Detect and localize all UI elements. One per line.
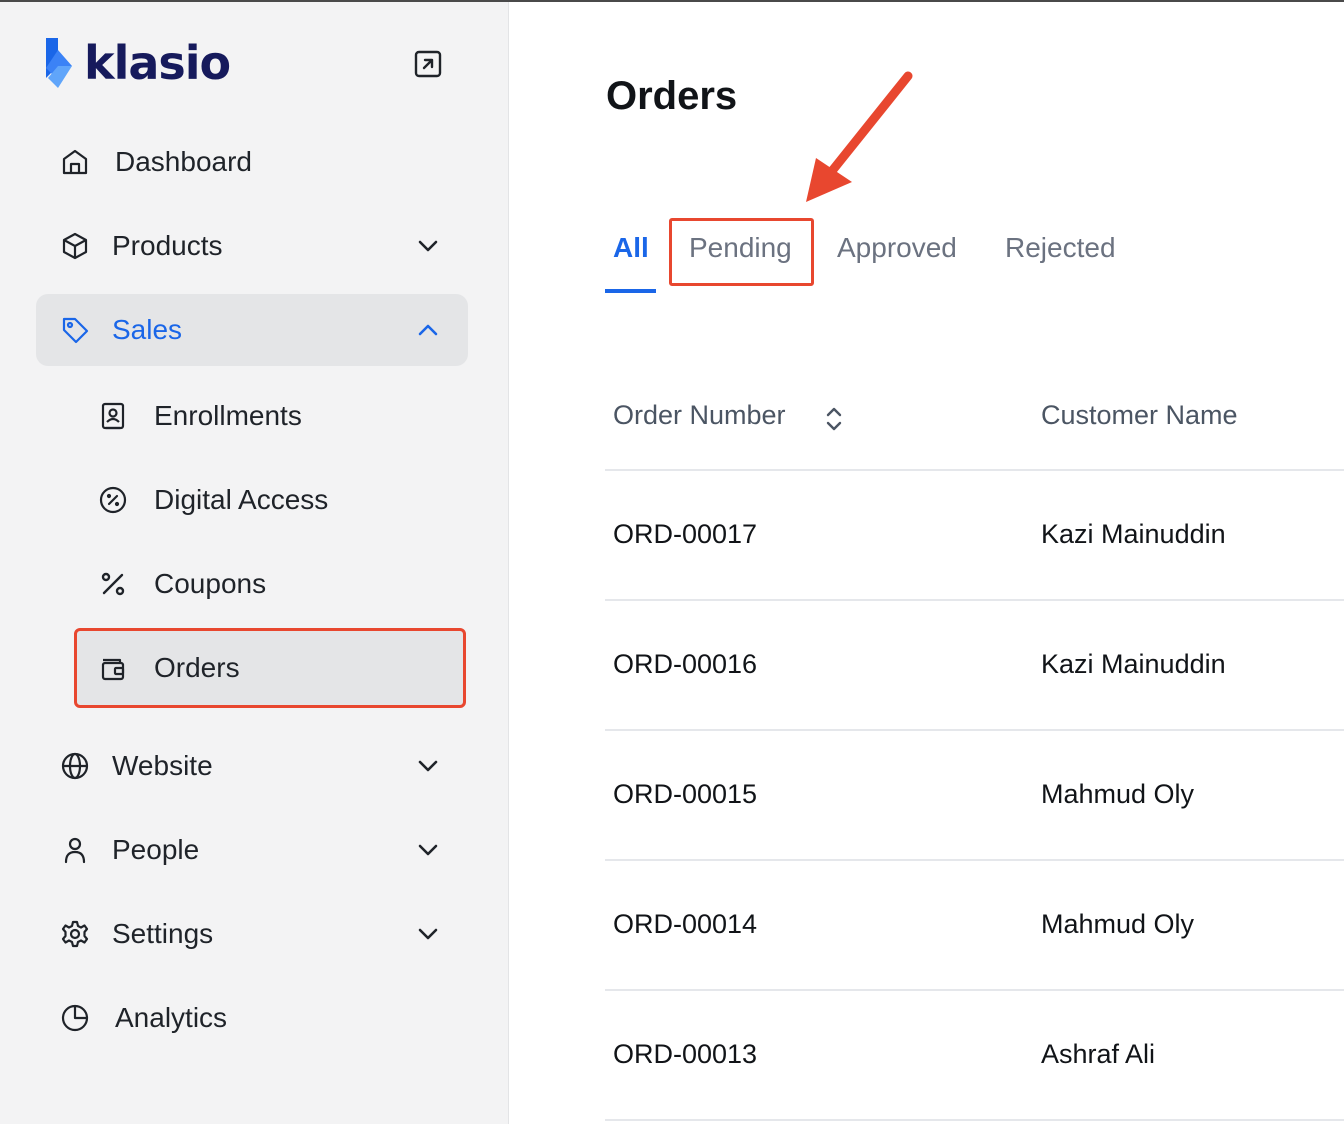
customer-name-cell: Mahmud Oly <box>1041 779 1195 809</box>
row-divider <box>605 989 1344 991</box>
order-number-cell[interactable]: ORD-00013 <box>613 1039 757 1070</box>
percent-icon <box>101 572 125 596</box>
chevron-down-icon <box>418 760 438 772</box>
sidebar-item-products[interactable]: Products <box>36 210 468 282</box>
customer-name-cell: Ashraf Ali <box>1041 1039 1156 1069</box>
column-header-order-number[interactable]: Order Number <box>613 400 786 431</box>
row-divider <box>605 859 1344 861</box>
sidebar-subitem-digital-access[interactable]: Digital Access <box>74 460 466 540</box>
sidebar-item-dashboard[interactable]: Dashboard <box>36 126 468 198</box>
external-link-icon[interactable] <box>412 48 444 80</box>
order-number-cell[interactable]: ORD-00015 <box>613 779 757 810</box>
sidebar-item-label: Website <box>112 750 213 781</box>
sidebar-subitem-coupons[interactable]: Coupons <box>74 544 466 624</box>
customer-name-cell: Kazi Mainuddin <box>1041 649 1226 679</box>
sidebar: klasio Dashboard Products Sales Enrollme… <box>0 2 509 1124</box>
sidebar-item-label: Digital Access <box>154 484 329 515</box>
globe-icon <box>61 752 89 780</box>
chevron-up-icon <box>418 324 438 336</box>
sidebar-item-settings[interactable]: Settings <box>36 898 468 970</box>
percent-circle-icon <box>99 486 127 514</box>
page-title: Orders <box>606 74 738 118</box>
sidebar-item-label: People <box>112 834 200 865</box>
sidebar-item-website[interactable]: Website <box>36 730 468 802</box>
sort-icon[interactable] <box>822 404 846 434</box>
klasio-logo-icon <box>46 38 72 88</box>
brand-name: klasio <box>84 36 231 90</box>
pie-chart-icon <box>61 1004 89 1032</box>
brand-logo[interactable]: klasio <box>42 36 231 90</box>
annotation-highlight-box <box>669 218 814 286</box>
column-header-customer-name[interactable]: Customer Name <box>1041 400 1238 431</box>
sidebar-item-analytics[interactable]: Analytics <box>36 982 468 1054</box>
row-divider <box>605 1119 1344 1121</box>
sidebar-item-label: Sales <box>112 314 183 345</box>
annotation-arrow <box>806 71 913 202</box>
customer-name-cell: Kazi Mainuddin <box>1041 519 1226 549</box>
sidebar-item-label: Dashboard <box>115 146 252 177</box>
gear-icon <box>61 920 89 948</box>
customer-name-cell: Mahmud Oly <box>1041 909 1195 939</box>
wallet-icon <box>101 658 125 681</box>
home-icon <box>62 149 88 175</box>
sidebar-subitem-orders[interactable]: Orders <box>74 628 466 708</box>
row-divider <box>605 599 1344 601</box>
chevron-down-icon <box>418 844 438 856</box>
order-number-cell[interactable]: ORD-00016 <box>613 649 757 680</box>
tab-approved[interactable]: Approved <box>837 228 957 272</box>
sidebar-subitem-enrollments[interactable]: Enrollments <box>74 376 466 456</box>
tab-all[interactable]: All <box>613 228 649 272</box>
tag-icon <box>62 317 89 344</box>
chevron-down-icon <box>418 928 438 940</box>
tab-rejected[interactable]: Rejected <box>1005 228 1116 272</box>
user-icon <box>64 837 86 864</box>
sidebar-item-label: Analytics <box>115 1002 228 1033</box>
sidebar-item-label: Settings <box>112 918 214 949</box>
order-number-cell[interactable]: ORD-00017 <box>613 519 757 550</box>
active-tab-indicator <box>605 289 656 293</box>
sidebar-item-label: Orders <box>154 652 240 683</box>
row-divider <box>605 729 1344 731</box>
contact-book-icon <box>101 402 125 430</box>
table-header-divider <box>605 469 1344 471</box>
sidebar-item-label: Enrollments <box>154 400 302 431</box>
chevron-down-icon <box>418 240 438 252</box>
sidebar-item-sales[interactable]: Sales <box>36 294 468 366</box>
order-number-cell[interactable]: ORD-00014 <box>613 909 757 940</box>
sidebar-item-label: Products <box>112 230 223 261</box>
sidebar-item-label: Coupons <box>154 568 267 599</box>
cube-icon <box>62 232 88 260</box>
sidebar-item-people[interactable]: People <box>36 814 468 886</box>
